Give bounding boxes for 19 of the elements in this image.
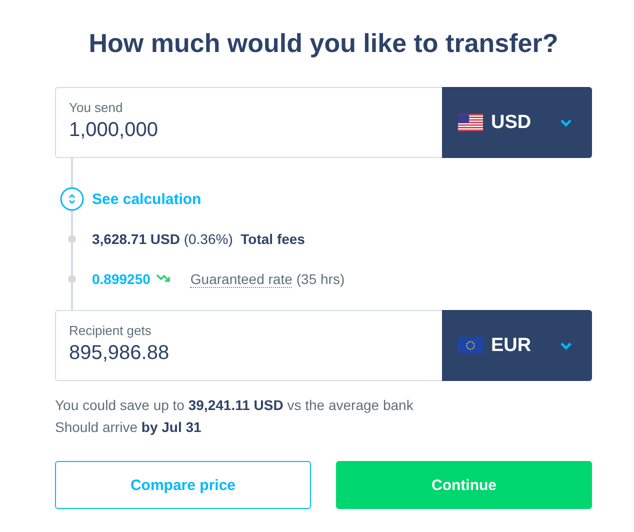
- info-text: Should arrive by Jul 31: [55, 419, 202, 435]
- timeline-dot: [68, 275, 76, 283]
- currency-select[interactable]: EUR: [442, 310, 592, 381]
- page-title: How much would you like to transfer?: [88, 28, 560, 59]
- expand-icon[interactable]: [60, 187, 84, 211]
- fees-text: 3,628.71 USD (0.36%) Total fees: [92, 231, 305, 247]
- flag-icon: [458, 114, 483, 131]
- caret-icon: [560, 118, 572, 126]
- trend-icon: [156, 273, 172, 285]
- caret-icon: [560, 342, 572, 350]
- timeline-dot: [68, 235, 76, 243]
- info-text: You could save up to 39,241.11 USD vs the average bank: [55, 397, 414, 413]
- currency-select[interactable]: USD: [442, 87, 592, 158]
- exchange-rate: 0.899250: [92, 271, 150, 287]
- flag-icon: [458, 337, 483, 354]
- guaranteed-rate-link[interactable]: Guaranteed rate: [190, 270, 292, 288]
- amount-field[interactable]: You send 1,000,000: [55, 87, 442, 158]
- amount-field[interactable]: Recipient gets 895,986.88: [55, 310, 442, 381]
- rate-duration: (35 hrs): [296, 271, 345, 287]
